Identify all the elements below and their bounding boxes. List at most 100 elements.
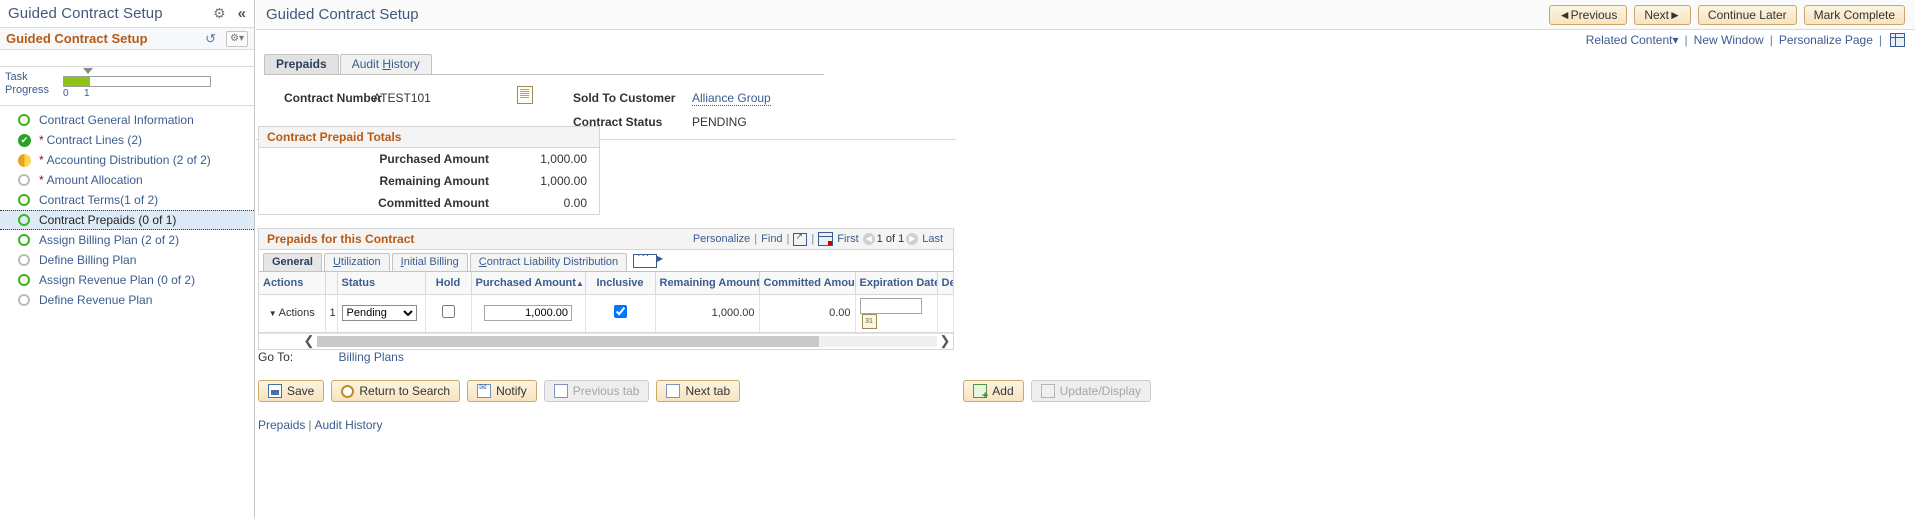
add-button[interactable]: Add bbox=[963, 380, 1024, 402]
prepaids-grid-panel: Prepaids for this Contract Personalize |… bbox=[258, 228, 954, 350]
open-in-new-window-icon[interactable] bbox=[793, 231, 808, 246]
column-header-de[interactable]: De bbox=[937, 272, 954, 295]
task-status-notstarted-icon bbox=[18, 173, 30, 186]
button-label: Update/Display bbox=[1059, 384, 1141, 398]
scrollbar-track[interactable] bbox=[317, 335, 937, 347]
task-item-label: Assign Billing Plan (2 of 2) bbox=[39, 233, 180, 247]
divider: | bbox=[1684, 33, 1688, 47]
continue-later-button[interactable]: Continue Later bbox=[1697, 4, 1797, 25]
notify-icon bbox=[477, 382, 492, 398]
task-item-5[interactable]: Contract Prepaids (0 of 1) bbox=[0, 210, 254, 230]
column-header-committed-amount[interactable]: Committed Amount bbox=[759, 272, 856, 295]
column-header-purchased-amount[interactable]: Purchased Amount▲ bbox=[471, 272, 586, 295]
return-to-search-button[interactable]: Return to Search bbox=[331, 380, 461, 402]
next-tab-button[interactable]: Next tab bbox=[656, 380, 741, 402]
task-status-partial-icon bbox=[18, 153, 31, 167]
truncated-column-cell bbox=[937, 294, 954, 333]
task-item-6[interactable]: Assign Billing Plan (2 of 2) bbox=[0, 230, 254, 250]
show-all-columns-icon[interactable] bbox=[633, 250, 663, 268]
expiration-date-input[interactable] bbox=[859, 297, 922, 314]
purchased-amount-input[interactable] bbox=[484, 305, 572, 321]
task-status-open-icon bbox=[18, 193, 30, 206]
task-status-notstarted-icon bbox=[18, 293, 30, 306]
sold-to-customer-label: Sold To Customer bbox=[573, 91, 676, 105]
first-page-link[interactable]: First bbox=[837, 233, 858, 245]
inclusive-checkbox[interactable] bbox=[613, 305, 627, 318]
footer-link-audit-history[interactable]: Audit History bbox=[315, 418, 383, 432]
column-header-hold[interactable]: Hold bbox=[425, 272, 472, 295]
gear-icon[interactable]: ⚙ bbox=[213, 5, 226, 22]
tab-prepaids[interactable]: Prepaids bbox=[264, 54, 339, 74]
calendar-picker-icon[interactable]: 31 bbox=[861, 313, 877, 329]
grid-tab-initial-billing[interactable]: Initial Billing bbox=[391, 253, 468, 271]
task-item-8[interactable]: Assign Revenue Plan (0 of 2) bbox=[0, 270, 254, 290]
committed-amount-value: 0.00 bbox=[759, 294, 856, 333]
next-page-arrow-icon[interactable]: ▶ bbox=[906, 233, 919, 245]
application-window: Guided Contract Setup ⚙ « Guided Contrac… bbox=[0, 0, 1915, 518]
mark-complete-button[interactable]: Mark Complete bbox=[1803, 4, 1905, 25]
save-button[interactable]: Save bbox=[258, 380, 325, 402]
task-status-icon bbox=[18, 293, 31, 307]
gear-dropdown-icon[interactable]: ⚙▾ bbox=[226, 30, 248, 47]
task-item-label: Contract General Information bbox=[39, 113, 194, 127]
task-item-0[interactable]: Contract General Information bbox=[0, 110, 254, 130]
task-item-3[interactable]: * Amount Allocation bbox=[0, 170, 254, 190]
grid-tab-utilization[interactable]: Utilization bbox=[323, 253, 390, 271]
page-layout-icon[interactable] bbox=[1890, 33, 1905, 47]
column-header-inclusive[interactable]: Inclusive bbox=[585, 272, 656, 295]
find-link[interactable]: Find bbox=[761, 233, 782, 245]
contract-prepaid-totals-panel: Contract Prepaid Totals Purchased Amount… bbox=[258, 126, 600, 215]
personalize-page-link[interactable]: Personalize Page bbox=[1779, 33, 1873, 47]
column-header-expiration-date[interactable]: Expiration Date bbox=[855, 272, 938, 295]
scroll-left-icon[interactable]: ❮ bbox=[301, 333, 317, 349]
status-select[interactable]: PendingActiveClosedCancelled bbox=[341, 305, 417, 321]
row-actions-menu[interactable]: ▼ Actions bbox=[259, 294, 326, 333]
collapse-left-icon[interactable]: « bbox=[238, 5, 246, 22]
task-item-9[interactable]: Define Revenue Plan bbox=[0, 290, 254, 310]
notify-button[interactable]: Notify bbox=[467, 380, 537, 402]
refresh-icon[interactable]: ↺ bbox=[205, 31, 216, 47]
personalize-link[interactable]: Personalize bbox=[693, 233, 750, 245]
grid-horizontal-scrollbar[interactable]: ❮ ❯ bbox=[259, 332, 953, 349]
task-status-icon bbox=[18, 213, 31, 227]
totals-row-value: 1,000.00 bbox=[540, 152, 587, 166]
sold-to-customer-value[interactable]: Alliance Group bbox=[692, 91, 771, 106]
task-item-4[interactable]: Contract Terms(1 of 2) bbox=[0, 190, 254, 210]
previous-page-arrow-icon[interactable]: ◀ bbox=[862, 233, 875, 245]
scroll-right-icon[interactable]: ❯ bbox=[937, 333, 953, 349]
sidebar-titlebar: Guided Contract Setup ⚙ « bbox=[0, 0, 254, 28]
scrollbar-thumb[interactable] bbox=[317, 335, 820, 347]
grid-tab-contract-liability-distribution[interactable]: Contract Liability Distribution bbox=[469, 253, 628, 271]
task-item-2[interactable]: * Accounting Distribution (2 of 2) bbox=[0, 150, 254, 170]
contract-number-label: Contract Number bbox=[284, 91, 383, 105]
column-header-rownum[interactable] bbox=[325, 272, 338, 295]
task-item-1[interactable]: ✔ * Contract Lines (2) bbox=[0, 130, 254, 150]
previous-button[interactable]: ◄Previous bbox=[1548, 4, 1628, 25]
download-to-excel-icon[interactable] bbox=[818, 232, 834, 246]
sidebar-spacer bbox=[0, 50, 254, 67]
task-item-7[interactable]: Define Billing Plan bbox=[0, 250, 254, 270]
task-item-label: Assign Revenue Plan (0 of 2) bbox=[39, 273, 196, 287]
tab-audit-history[interactable]: Audit History bbox=[339, 54, 432, 74]
next-button[interactable]: Next► bbox=[1634, 4, 1691, 25]
column-header-remaining-amount[interactable]: Remaining Amount bbox=[655, 272, 760, 295]
last-page-link[interactable]: Last bbox=[922, 233, 943, 245]
footer-links: Prepaids | Audit History bbox=[258, 418, 383, 432]
totals-row-label: Committed Amount bbox=[378, 196, 489, 210]
billing-plans-link[interactable]: Billing Plans bbox=[338, 350, 403, 364]
related-content-menu[interactable]: Related Content bbox=[1586, 33, 1673, 47]
document-attachment-icon[interactable] bbox=[517, 86, 533, 104]
status-cell: PendingActiveClosedCancelled bbox=[337, 294, 426, 333]
grid-tab-general[interactable]: General bbox=[263, 253, 322, 271]
expiration-date-cell: 31 bbox=[855, 294, 938, 333]
column-header-status[interactable]: Status bbox=[337, 272, 426, 295]
footer-link-prepaids[interactable]: Prepaids bbox=[258, 418, 305, 432]
chevron-down-icon: ▼ bbox=[268, 309, 277, 318]
chevron-down-icon[interactable]: ▾ bbox=[1673, 33, 1679, 47]
table-row: ▼Actions1PendingActiveClosedCancelled 1,0… bbox=[259, 294, 954, 333]
column-header-actions[interactable]: Actions bbox=[259, 272, 326, 295]
divider: | bbox=[811, 233, 815, 245]
new-window-link[interactable]: New Window bbox=[1694, 33, 1764, 47]
hold-checkbox[interactable] bbox=[441, 305, 455, 318]
task-status-open-icon bbox=[18, 213, 30, 226]
